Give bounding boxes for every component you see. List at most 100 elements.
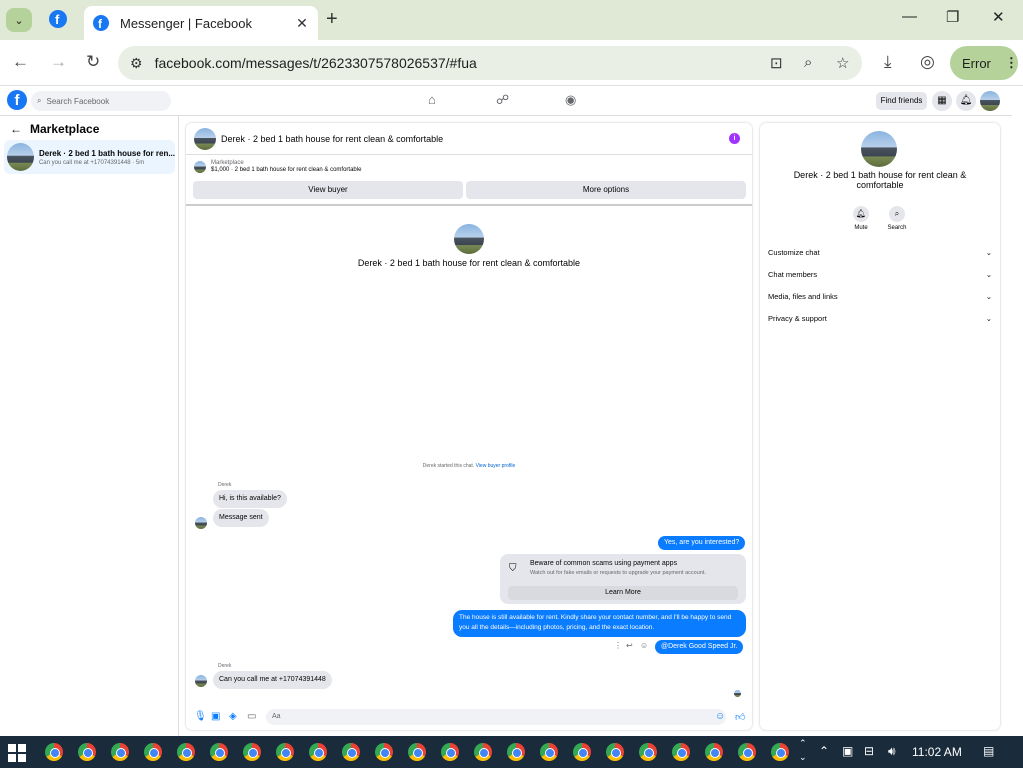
notifications-bell-icon[interactable]: 🔔︎ bbox=[956, 91, 976, 111]
details-name: Derek · 2 bed 1 bath house for rent clea… bbox=[793, 170, 967, 190]
chrome-icon[interactable] bbox=[276, 743, 294, 761]
like-thumb-icon[interactable]: 👍︎ bbox=[735, 711, 745, 723]
react-icon[interactable]: ☺ bbox=[640, 641, 648, 650]
details-row-media[interactable]: Media, files and links ⌄ bbox=[768, 292, 992, 301]
row-label: Customize chat bbox=[768, 248, 820, 257]
learn-more-button[interactable]: Learn More bbox=[508, 586, 738, 600]
gif-icon[interactable]: ▭ bbox=[247, 711, 256, 722]
view-buyer-button[interactable]: View buyer bbox=[193, 181, 463, 199]
install-app-icon[interactable]: ⊡ bbox=[770, 54, 783, 72]
chrome-icon[interactable] bbox=[78, 743, 96, 761]
image-icon[interactable]: ▣ bbox=[211, 711, 220, 722]
chrome-icon[interactable] bbox=[144, 743, 162, 761]
message-bubble-outgoing[interactable]: Yes, are you interested? bbox=[658, 536, 746, 550]
chat-header-avatar[interactable] bbox=[194, 127, 216, 150]
menu-dots-icon[interactable]: ⋮ bbox=[1005, 55, 1018, 71]
chrome-icon[interactable] bbox=[177, 743, 195, 761]
friends-icon[interactable]: ☍ bbox=[496, 92, 509, 108]
chrome-icon[interactable] bbox=[705, 743, 723, 761]
emoji-icon[interactable]: ☺ bbox=[715, 711, 725, 722]
profile-error-button[interactable]: Error ⋮ bbox=[950, 46, 1018, 80]
new-tab-button[interactable]: + bbox=[326, 8, 338, 31]
chrome-icon[interactable] bbox=[474, 743, 492, 761]
chrome-icon[interactable] bbox=[540, 743, 558, 761]
zoom-icon[interactable]: ⌕ bbox=[804, 54, 812, 71]
inactive-tab-facebook[interactable]: f bbox=[48, 9, 68, 32]
bookmark-star-icon[interactable]: ☆ bbox=[836, 54, 849, 72]
chrome-icon[interactable] bbox=[441, 743, 459, 761]
omnibox[interactable]: ⚙ facebook.com/messages/t/26233075780265… bbox=[118, 46, 862, 80]
volume-icon[interactable]: 🔊︎ bbox=[888, 744, 896, 759]
chrome-icon[interactable] bbox=[309, 743, 327, 761]
chrome-icon[interactable] bbox=[408, 743, 426, 761]
minimize-icon[interactable]: — bbox=[902, 8, 917, 25]
chrome-icon[interactable] bbox=[45, 743, 63, 761]
chrome-icon[interactable] bbox=[738, 743, 756, 761]
chat-header-title[interactable]: Derek · 2 bed 1 bath house for rent clea… bbox=[221, 134, 443, 144]
sticker-icon[interactable]: ◈ bbox=[229, 711, 237, 722]
conversation-item[interactable]: Derek · 2 bed 1 bath house for ren... Ca… bbox=[4, 140, 175, 174]
details-row-privacy[interactable]: Privacy & support ⌄ bbox=[768, 314, 992, 323]
sidebar-header: ← Marketplace bbox=[10, 122, 99, 136]
notification-center-icon[interactable]: ▤ bbox=[983, 744, 994, 758]
page-scrollbar[interactable] bbox=[1012, 86, 1023, 736]
message-bubble-incoming[interactable]: Can you call me at +17074391448 bbox=[213, 671, 332, 689]
meet-now-icon[interactable]: ▣ bbox=[842, 744, 853, 758]
chrome-icon[interactable] bbox=[243, 743, 261, 761]
chrome-icon[interactable] bbox=[639, 743, 657, 761]
chrome-icon[interactable] bbox=[573, 743, 591, 761]
chrome-icon[interactable] bbox=[375, 743, 393, 761]
close-window-icon[interactable]: ✕ bbox=[992, 8, 1005, 26]
active-tab[interactable]: f Messenger | Facebook ✕ bbox=[84, 6, 318, 40]
mention-bubble[interactable]: @Derek Good Speed Jr. bbox=[655, 640, 744, 654]
info-icon[interactable]: i bbox=[729, 133, 740, 144]
message-bubble-outgoing[interactable]: The house is still available for rent. K… bbox=[453, 610, 746, 637]
groups-icon[interactable]: ◉ bbox=[565, 92, 576, 108]
chrome-icon[interactable] bbox=[210, 743, 228, 761]
find-friends-button[interactable]: Find friends bbox=[876, 92, 927, 110]
chrome-icon[interactable] bbox=[771, 743, 789, 761]
tray-overflow-icon[interactable]: ⌃ bbox=[819, 744, 829, 758]
search-button[interactable]: ⌕ Search bbox=[882, 206, 912, 231]
chrome-icon[interactable] bbox=[672, 743, 690, 761]
tab-search-button[interactable]: ⌄ bbox=[6, 8, 32, 32]
url-text[interactable]: facebook.com/messages/t/2623307578026537… bbox=[155, 55, 477, 71]
conversation-avatar bbox=[7, 143, 34, 171]
chrome-icon[interactable] bbox=[606, 743, 624, 761]
profile-avatar[interactable] bbox=[980, 91, 1000, 111]
listing-line[interactable]: $1,000 · 2 bed 1 bath house for rent cle… bbox=[211, 167, 361, 173]
more-options-button[interactable]: More options bbox=[466, 181, 746, 199]
chrome-icon[interactable] bbox=[342, 743, 360, 761]
chrome-icon[interactable] bbox=[507, 743, 525, 761]
home-icon[interactable]: ⌂ bbox=[428, 92, 436, 107]
started-text: Derek started this chat. bbox=[422, 463, 475, 469]
back-arrow-icon[interactable]: ← bbox=[10, 122, 22, 136]
network-icon[interactable]: ⊟ bbox=[864, 744, 874, 758]
details-row-customize-chat[interactable]: Customize chat ⌄ bbox=[768, 248, 992, 257]
menu-grid-icon[interactable]: ▦ bbox=[932, 91, 952, 111]
more-actions-icon[interactable]: ⋮ bbox=[614, 641, 622, 650]
message-input[interactable]: Aa bbox=[266, 709, 726, 725]
taskbar-scroll-down-icon[interactable]: ⌄ bbox=[799, 752, 807, 763]
close-tab-icon[interactable]: ✕ bbox=[292, 15, 312, 32]
mute-button[interactable]: 🔔︎ Mute bbox=[846, 206, 876, 231]
details-row-chat-members[interactable]: Chat members ⌄ bbox=[768, 270, 992, 279]
reload-icon[interactable]: ↻ bbox=[86, 52, 100, 72]
reply-icon[interactable]: ↩ bbox=[626, 641, 633, 650]
account-icon[interactable]: ◎ bbox=[920, 52, 935, 72]
restore-icon[interactable]: ❐ bbox=[946, 8, 959, 26]
site-info-icon[interactable]: ⚙ bbox=[130, 55, 143, 72]
forward-icon[interactable]: → bbox=[50, 52, 67, 72]
facebook-logo-icon[interactable]: f bbox=[7, 90, 27, 110]
message-bubble-incoming[interactable]: Message sent bbox=[213, 509, 269, 527]
microphone-icon[interactable]: 🎙︎ bbox=[194, 711, 207, 722]
facebook-search-input[interactable]: ⌕ Search Facebook bbox=[31, 91, 171, 111]
taskbar-scroll-up-icon[interactable]: ⌃ bbox=[799, 738, 807, 749]
windows-start-icon[interactable] bbox=[8, 744, 26, 762]
taskbar-clock[interactable]: 11:02 AM bbox=[912, 745, 962, 759]
back-icon[interactable]: ← bbox=[12, 52, 29, 72]
chrome-icon[interactable] bbox=[111, 743, 129, 761]
message-bubble-incoming[interactable]: Hi, is this available? bbox=[213, 490, 287, 508]
downloads-icon[interactable]: ⤓ bbox=[884, 52, 892, 72]
view-buyer-profile-link[interactable]: View buyer profile bbox=[476, 463, 516, 469]
